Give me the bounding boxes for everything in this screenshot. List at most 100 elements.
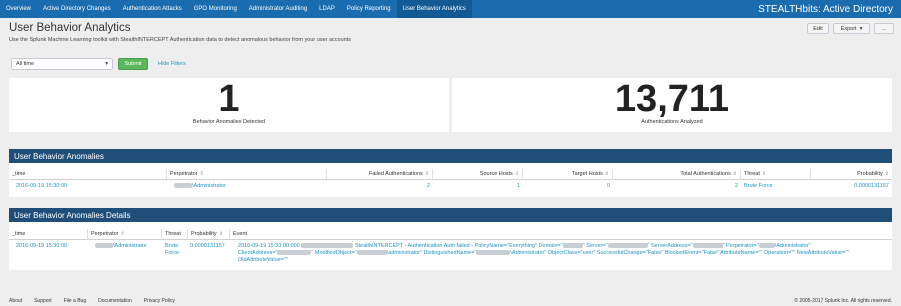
cell-source-hosts[interactable]: 1 <box>433 183 523 190</box>
tab-authentication-attacks[interactable]: Authentication Attacks <box>117 0 188 18</box>
more-actions-button[interactable]: ... <box>874 23 894 34</box>
app-brand-title: STEALTHbits: Active Directory <box>758 3 893 15</box>
tab-policy-reporting[interactable]: Policy Reporting <box>341 0 397 18</box>
export-button-label: Export <box>840 25 857 32</box>
footer-link-about[interactable]: About <box>9 298 22 304</box>
event-text: " ServerAddress=" <box>647 243 693 249</box>
time-range-picker[interactable]: All time ▾ <box>11 58 113 70</box>
column-header-label: Event <box>233 231 248 237</box>
cell-perpetrator[interactable]: \Administrator <box>92 243 150 250</box>
cell-threat[interactable]: Brute Force <box>741 183 776 190</box>
redacted-text <box>277 250 312 256</box>
cell-time[interactable]: 2016-09-19 15:30:00 <box>13 183 70 190</box>
cell-probability[interactable]: 0.0000131157 <box>187 243 228 250</box>
anomalies-detected-panel: 1 Behavior Anomalies Detected <box>9 78 449 132</box>
footer-link-file-a-bug[interactable]: File a Bug <box>64 298 87 304</box>
cell-failed-authentications[interactable]: 2 <box>327 183 433 190</box>
sort-icon: ⇕ <box>218 231 223 237</box>
redacted-text <box>562 243 583 249</box>
column-header-label: Perpetrator <box>91 231 119 237</box>
footer-link-documentation[interactable]: Documentation <box>98 298 132 304</box>
column-header-label: Target Hosts <box>571 171 603 177</box>
anomalies-panel-header: User Behavior Anomalies <box>9 149 892 163</box>
footer: About Support File a Bug Documentation P… <box>0 296 901 306</box>
event-line: ClientAddress=" " ModifiedObject=" \admini… <box>238 250 888 257</box>
column-header-threat[interactable]: Threat ⇕ <box>741 169 811 180</box>
redacted-text <box>692 243 723 249</box>
column-header-failed-authentications[interactable]: Failed Authentications ⇕ <box>327 169 433 180</box>
column-header-perpetrator[interactable]: Perpetrator ⇕ <box>167 169 327 180</box>
cell-perpetrator-text: \Administrator <box>113 243 147 249</box>
hide-filters-link[interactable]: Hide Filters <box>158 61 186 67</box>
column-header-label: Threat <box>165 231 181 237</box>
edit-button[interactable]: Edit <box>807 23 829 34</box>
anomalies-detected-value[interactable]: 1 <box>9 79 449 119</box>
export-button[interactable]: Export ▾ <box>833 23 870 34</box>
authentications-analyzed-panel: 13,711 Authentications Analyzed <box>452 78 892 132</box>
cell-event[interactable]: 2016-09-19 15:33:00.000 StealthINTERCEPT… <box>235 243 891 264</box>
column-header-probability[interactable]: Probability ⇕ <box>188 229 230 240</box>
sort-icon: ⇕ <box>199 171 204 177</box>
redacted-text <box>95 243 113 249</box>
cell-target-hosts[interactable]: 0 <box>523 183 613 190</box>
authentications-analyzed-value[interactable]: 13,711 <box>452 79 892 119</box>
redacted-text <box>356 250 387 256</box>
column-header-label: Failed Authentications <box>368 171 423 177</box>
column-header-event[interactable]: Event <box>230 229 892 240</box>
tab-active-directory-changes[interactable]: Active Directory Changes <box>37 0 117 18</box>
sort-icon: ⇕ <box>514 171 519 177</box>
footer-link-privacy-policy[interactable]: Privacy Policy <box>144 298 175 304</box>
sort-icon: ⇕ <box>761 171 767 177</box>
column-header-threat[interactable]: Threat <box>162 229 188 240</box>
event-text: ClientAddress=" <box>238 250 278 256</box>
edit-button-label: Edit <box>813 25 823 32</box>
anomalies-detected-label: Behavior Anomalies Detected <box>192 119 266 125</box>
redacted-text <box>476 250 511 256</box>
cell-time[interactable]: 2016-09-19 15:30:00 <box>13 243 70 250</box>
submit-button[interactable]: Submit <box>118 58 148 70</box>
event-text: 2016-09-19 15:33:00.000 <box>238 243 300 249</box>
details-table: _time Perpetrator ⇕ Threat Probability ⇕ E… <box>9 222 892 270</box>
tab-administrator-auditing[interactable]: Administrator Auditing <box>243 0 313 18</box>
redacted-text <box>607 243 648 249</box>
redacted-text <box>758 243 775 249</box>
footer-link-support[interactable]: Support <box>34 298 52 304</box>
anomalies-table: _time Perpetrator ⇕ Failed Authentication… <box>9 163 892 197</box>
submit-button-label: Submit <box>124 61 142 67</box>
column-header-probability[interactable]: Probability ⇕ <box>811 169 892 180</box>
footer-links: About Support File a Bug Documentation P… <box>9 298 175 304</box>
column-header-total-authentications[interactable]: Total Authentications ⇕ <box>613 169 741 180</box>
page-description: Use the Splunk Machine Learning toolkit … <box>9 37 352 43</box>
event-text: " ModifiedObject=" <box>311 250 357 256</box>
event-text: \Administrator" <box>774 243 811 249</box>
time-range-value: All time <box>16 61 35 67</box>
column-header-perpetrator[interactable]: Perpetrator ⇕ <box>88 229 162 240</box>
cell-threat-line: Brute <box>165 243 179 249</box>
column-header-target-hosts[interactable]: Target Hosts ⇕ <box>523 169 613 180</box>
cell-perpetrator-text: \Administrator <box>192 183 226 189</box>
cell-perpetrator[interactable]: \Administrator <box>171 183 229 190</box>
column-header-time[interactable]: _time <box>9 169 167 180</box>
chevron-down-icon: ▾ <box>859 25 863 32</box>
copyright-text: © 2005-2017 Splunk Inc. All rights reser… <box>794 298 892 304</box>
tab-user-behavior-analytics[interactable]: User Behavior Analytics <box>396 0 472 18</box>
cell-total-authentications[interactable]: 2 <box>613 183 741 190</box>
column-header-label: Total Authentications <box>680 171 731 177</box>
more-actions-label: ... <box>881 25 887 32</box>
column-header-time[interactable]: _time <box>9 229 88 240</box>
column-header-label: _time <box>12 231 26 237</box>
column-header-label: Perpetrator <box>170 171 198 177</box>
column-header-source-hosts[interactable]: Source Hosts ⇕ <box>433 169 523 180</box>
sort-icon: ⇕ <box>604 171 609 177</box>
redacted-text <box>301 243 354 249</box>
cell-threat[interactable]: Brute Force <box>162 243 182 257</box>
tab-gpo-monitoring[interactable]: GPO Monitoring <box>188 0 243 18</box>
cell-probability[interactable]: 0.0000131157 <box>811 183 892 190</box>
tab-ldap[interactable]: LDAP <box>313 0 341 18</box>
cell-threat-line: Force <box>165 250 180 256</box>
anomalies-panel-title: User Behavior Anomalies <box>14 151 104 161</box>
column-header-label: Threat <box>744 171 760 177</box>
sort-icon: ⇕ <box>732 171 737 177</box>
chevron-down-icon: ▾ <box>105 61 108 67</box>
tab-overview[interactable]: Overview <box>0 0 37 18</box>
